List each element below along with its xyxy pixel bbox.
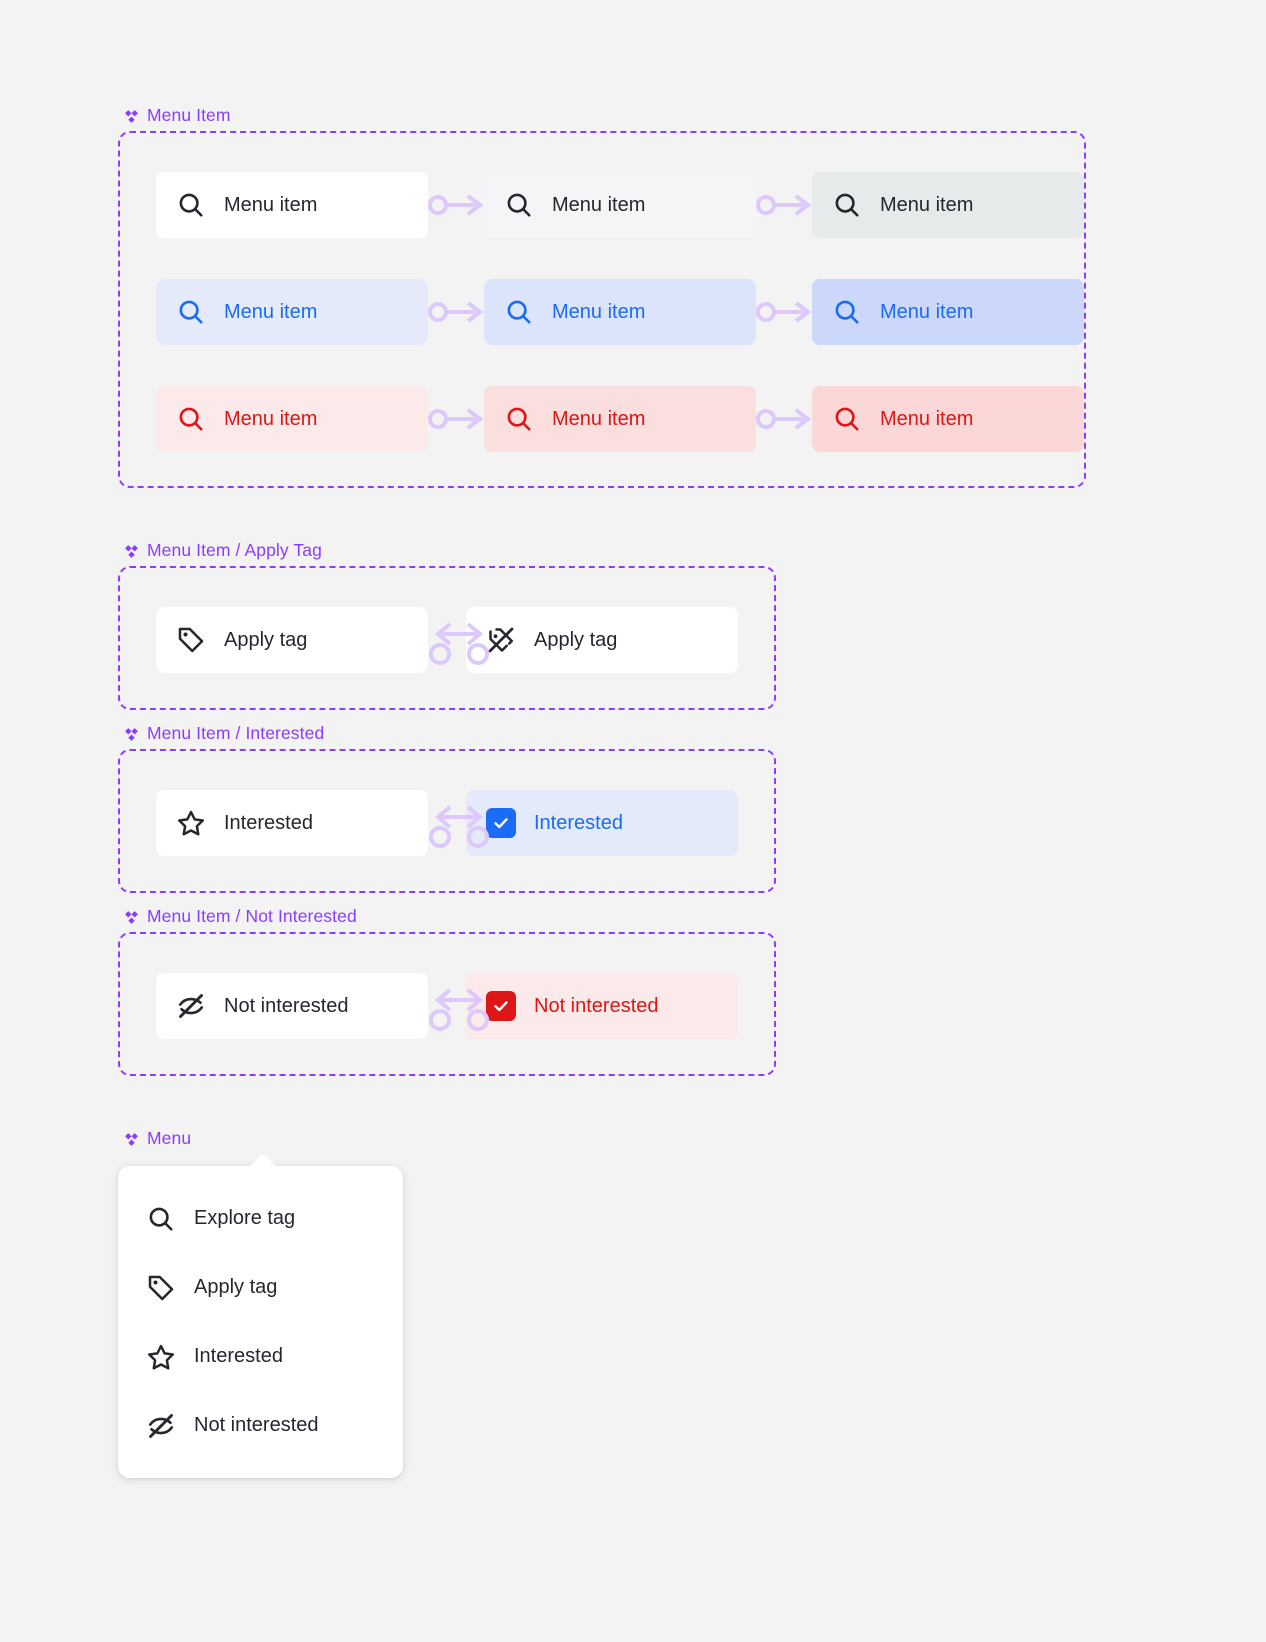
variant-row-selected: Menu item Menu item Menu item [156,279,1084,345]
frame-label-interested: Menu Item / Interested [118,723,776,745]
frame-label-apply-tag: Menu Item / Apply Tag [118,540,776,562]
tag-icon [146,1273,176,1303]
section-menu-item-interested: Menu Item / Interested Interested Intere… [118,723,776,893]
menu-popup-item-label: Apply tag [194,1276,278,1298]
menu-item-label: Interested [224,812,313,834]
menu-popup-item-label: Explore tag [194,1207,296,1229]
search-icon [146,1204,176,1234]
section-menu: Menu Explore tag Apply tag Interested No… [118,1128,418,1478]
frame-label-menu: Menu [118,1128,418,1150]
frame-title: Menu Item / Not Interested [147,906,357,927]
component-diamond-icon [124,910,139,925]
variant-connector-arrow-icon [756,297,812,327]
menu-item-not-interested-off[interactable]: Not interested [156,973,428,1039]
tag-off-icon [486,625,516,655]
menu-popup-item-label: Not interested [194,1414,319,1436]
menu-item-label: Menu item [880,194,974,216]
tag-icon [176,625,206,655]
menu-item-not-interested-on[interactable]: Not interested [466,973,738,1039]
menu-item-selected-default[interactable]: Menu item [156,279,428,345]
menu-popup-item-apply-tag[interactable]: Apply tag [118,1253,403,1322]
frame-box-interested: Interested Interested [118,749,776,893]
variant-row-default: Menu item Menu item Menu item [156,172,1084,238]
menu-item-selected-pressed[interactable]: Menu item [812,279,1084,345]
star-icon [146,1342,176,1372]
search-icon [504,297,534,327]
frame-title: Menu [147,1128,192,1149]
menu-item-apply-tag-on[interactable]: Apply tag [466,607,738,673]
menu-item-label: Interested [534,812,623,834]
menu-item-hover[interactable]: Menu item [484,172,756,238]
menu-item-danger-pressed[interactable]: Menu item [812,386,1084,452]
frame-label-not-interested: Menu Item / Not Interested [118,906,776,928]
search-icon [832,190,862,220]
variant-row-apply-tag: Apply tag Apply tag [156,607,738,673]
frame-box-apply-tag: Apply tag Apply tag [118,566,776,710]
variant-row-not-interested: Not interested Not interested [156,973,738,1039]
menu-popup-item-explore-tag[interactable]: Explore tag [118,1184,403,1253]
menu-item-interested-off[interactable]: Interested [156,790,428,856]
eye-off-icon [176,991,206,1021]
section-menu-item-not-interested: Menu Item / Not Interested Not intereste… [118,906,776,1076]
menu-item-apply-tag-off[interactable]: Apply tag [156,607,428,673]
star-icon [176,808,206,838]
frame-title: Menu Item [147,105,231,126]
component-diamond-icon [124,109,139,124]
checkbox-checked-icon[interactable] [486,991,516,1021]
menu-item-label: Menu item [224,408,318,430]
menu-item-label: Menu item [880,408,974,430]
search-icon [176,297,206,327]
menu-item-interested-on[interactable]: Interested [466,790,738,856]
variant-row-danger: Menu item Menu item Menu item [156,386,1084,452]
menu-item-label: Apply tag [224,629,308,651]
menu-item-pressed[interactable]: Menu item [812,172,1084,238]
variant-connector-arrow-icon [428,190,484,220]
menu-item-label: Apply tag [534,629,618,651]
variant-connector-arrow-icon [756,190,812,220]
eye-off-icon [146,1411,176,1441]
menu-popup-item-label: Interested [194,1345,283,1367]
checkbox-checked-icon[interactable] [486,808,516,838]
frame-box-menu-item: Menu item Menu item Menu item Menu item … [118,131,1086,488]
menu-item-danger-hover[interactable]: Menu item [484,386,756,452]
search-icon [504,190,534,220]
component-diamond-icon [124,727,139,742]
menu-item-danger-default[interactable]: Menu item [156,386,428,452]
search-icon [832,297,862,327]
variant-connector-arrow-icon [428,297,484,327]
variant-connector-arrow-icon [756,404,812,434]
search-icon [504,404,534,434]
section-menu-item-apply-tag: Menu Item / Apply Tag Apply tag Apply ta… [118,540,776,710]
menu-item-label: Menu item [224,194,318,216]
variant-row-interested: Interested Interested [156,790,738,856]
frame-box-not-interested: Not interested Not interested [118,932,776,1076]
component-diamond-icon [124,1132,139,1147]
menu-popup-item-interested[interactable]: Interested [118,1322,403,1391]
menu-item-label: Menu item [224,301,318,323]
frame-title: Menu Item / Interested [147,723,325,744]
variant-connector-arrow-icon [428,404,484,434]
menu-item-label: Menu item [552,194,646,216]
menu-item-default[interactable]: Menu item [156,172,428,238]
search-icon [832,404,862,434]
menu-item-selected-hover[interactable]: Menu item [484,279,756,345]
menu-popup: Explore tag Apply tag Interested Not int… [118,1155,403,1478]
search-icon [176,404,206,434]
menu-item-label: Not interested [534,995,659,1017]
search-icon [176,190,206,220]
section-menu-item: Menu Item Menu item Menu item Menu item … [118,105,1086,488]
menu-item-label: Not interested [224,995,349,1017]
menu-item-label: Menu item [552,408,646,430]
menu-item-label: Menu item [552,301,646,323]
popup-caret-icon [246,1155,280,1167]
menu-popup-item-not-interested[interactable]: Not interested [118,1391,403,1460]
component-diamond-icon [124,544,139,559]
frame-title: Menu Item / Apply Tag [147,540,322,561]
menu-item-label: Menu item [880,301,974,323]
frame-label-menu-item: Menu Item [118,105,1086,127]
